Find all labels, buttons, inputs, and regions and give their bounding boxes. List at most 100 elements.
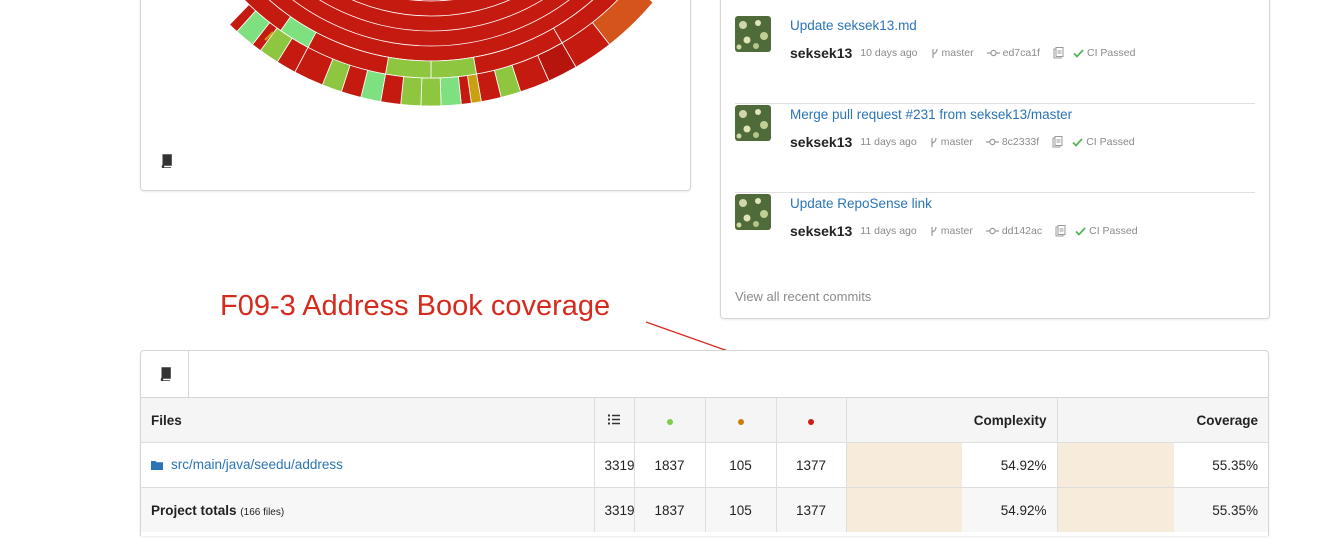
col-files-header[interactable]: Files bbox=[141, 398, 595, 443]
table-row: src/main/java/seedu/address 3319 1837 10… bbox=[141, 442, 1268, 488]
commit-hash[interactable]: 8c2333f bbox=[985, 136, 1040, 148]
ci-status[interactable]: CI Passed bbox=[1073, 47, 1135, 59]
commit-hash-text: ed7ca1f bbox=[1002, 47, 1040, 59]
complexity-value: 54.92% bbox=[1000, 502, 1047, 518]
commit-branch[interactable]: master bbox=[930, 225, 973, 237]
table-header-row: Files Complexity Coverage bbox=[141, 398, 1268, 443]
coverage-bar bbox=[1057, 488, 1174, 532]
commit-item: Update RepoSense link seksek13 11 days a… bbox=[735, 194, 1255, 282]
commit-meta: seksek13 11 days ago master 8c2333f CI P… bbox=[790, 133, 1148, 151]
commit-branch[interactable]: master bbox=[931, 47, 974, 59]
commit-item: Merge pull request #231 from seksek13/ma… bbox=[735, 105, 1255, 193]
commit-author[interactable]: seksek13 bbox=[790, 223, 852, 239]
branch-icon bbox=[931, 226, 937, 236]
commit-icon bbox=[985, 138, 999, 146]
files-table: Files Complexity Coverage src/main/java/… bbox=[141, 398, 1268, 532]
complexity-cell: 54.92% bbox=[846, 442, 1058, 488]
branch-name: master bbox=[940, 225, 973, 237]
lines-cell: 3319 bbox=[594, 442, 635, 488]
copy-icon[interactable] bbox=[1053, 47, 1067, 59]
copy-icon[interactable] bbox=[1055, 225, 1069, 237]
col-misses-header[interactable] bbox=[776, 398, 847, 443]
coverage-cell: 55.35% bbox=[1057, 488, 1268, 532]
branch-icon bbox=[931, 48, 938, 58]
commit-time: 11 days ago bbox=[860, 225, 917, 237]
commit-icon bbox=[986, 49, 1000, 57]
sunburst-segment[interactable] bbox=[439, 76, 462, 107]
commit-meta: seksek13 10 days ago master ed7ca1f CI P… bbox=[790, 44, 1148, 62]
sunburst-segment[interactable] bbox=[400, 76, 423, 107]
avatar[interactable] bbox=[735, 194, 771, 230]
totals-file-count: (166 files) bbox=[240, 506, 285, 518]
commit-time: 11 days ago bbox=[860, 136, 917, 148]
col-complexity-header[interactable]: Complexity bbox=[846, 398, 1058, 443]
book-icon bbox=[160, 367, 171, 381]
ci-status-text: CI Passed bbox=[1086, 136, 1135, 148]
file-name-cell: src/main/java/seedu/address bbox=[141, 442, 595, 488]
lines-cell: 3319 bbox=[594, 487, 635, 532]
commit-message-link[interactable]: Merge pull request #231 from seksek13/ma… bbox=[790, 107, 1072, 122]
commit-message-link[interactable]: Update RepoSense link bbox=[790, 196, 932, 211]
sunburst-segment[interactable] bbox=[420, 77, 442, 107]
orange-dot-icon bbox=[737, 418, 744, 425]
col-hits-header[interactable] bbox=[634, 398, 706, 443]
coverage-sunburst[interactable] bbox=[141, 0, 690, 190]
totals-label-cell: Project totals (166 files) bbox=[141, 487, 595, 532]
complexity-value: 54.92% bbox=[1000, 457, 1047, 473]
coverage-cell: 55.35% bbox=[1057, 443, 1268, 488]
folder-icon bbox=[151, 460, 163, 470]
avatar[interactable] bbox=[735, 16, 771, 52]
complexity-bar bbox=[846, 443, 962, 487]
misses-cell: 1377 bbox=[776, 442, 847, 488]
commit-meta: seksek13 11 days ago master dd142ac CI P… bbox=[790, 222, 1151, 240]
commit-icon bbox=[985, 227, 999, 235]
commit-hash-text: 8c2333f bbox=[1001, 136, 1040, 148]
green-dot-icon bbox=[666, 418, 673, 425]
coverage-value: 55.35% bbox=[1212, 457, 1258, 473]
partials-cell: 105 bbox=[705, 442, 777, 488]
files-table-card: Files Complexity Coverage src/main/java/… bbox=[140, 350, 1269, 536]
coverage-value: 55.35% bbox=[1212, 502, 1258, 518]
annotation-label: F09-3 Address Book coverage bbox=[220, 290, 611, 322]
complexity-cell: 54.92% bbox=[846, 487, 1058, 532]
files-tabbar bbox=[141, 351, 1268, 398]
hits-cell: 1837 bbox=[634, 487, 706, 532]
check-icon bbox=[1073, 48, 1084, 58]
ci-status[interactable]: CI Passed bbox=[1072, 136, 1135, 148]
ci-status-text: CI Passed bbox=[1089, 225, 1138, 237]
ci-status-text: CI Passed bbox=[1086, 47, 1136, 59]
coverage-bar bbox=[1057, 443, 1174, 487]
branch-icon bbox=[931, 137, 937, 147]
commit-time: 10 days ago bbox=[860, 47, 918, 59]
commit-author[interactable]: seksek13 bbox=[790, 134, 852, 150]
misses-cell: 1377 bbox=[776, 487, 847, 532]
folder-path: src/main/java/seedu/address bbox=[171, 457, 343, 473]
commit-hash[interactable]: ed7ca1f bbox=[986, 47, 1040, 59]
commit-hash-text: dd142ac bbox=[1001, 225, 1043, 237]
folder-link[interactable]: src/main/java/seedu/address bbox=[151, 457, 343, 472]
check-icon bbox=[1072, 137, 1083, 147]
commit-item: Update seksek13.md seksek13 10 days ago … bbox=[735, 16, 1255, 104]
book-icon[interactable] bbox=[160, 154, 174, 168]
recent-commits-card: Update seksek13.md seksek13 10 days ago … bbox=[720, 0, 1270, 319]
project-totals-row: Project totals (166 files) 3319 1837 105… bbox=[141, 487, 1268, 532]
avatar[interactable] bbox=[735, 105, 771, 141]
commit-branch[interactable]: master bbox=[930, 136, 973, 148]
copy-icon[interactable] bbox=[1052, 136, 1066, 148]
complexity-bar bbox=[846, 488, 962, 532]
commit-hash[interactable]: dd142ac bbox=[985, 225, 1043, 237]
branch-name: master bbox=[941, 47, 974, 59]
view-all-commits-link[interactable]: View all recent commits bbox=[735, 289, 871, 304]
col-coverage-header[interactable]: Coverage bbox=[1057, 398, 1268, 443]
divider bbox=[735, 192, 1255, 193]
check-icon bbox=[1075, 226, 1086, 236]
col-lines-header[interactable] bbox=[594, 398, 635, 443]
commit-message-link[interactable]: Update seksek13.md bbox=[790, 18, 917, 33]
divider bbox=[735, 103, 1255, 104]
totals-label: Project totals bbox=[151, 502, 237, 518]
ci-status[interactable]: CI Passed bbox=[1075, 225, 1138, 237]
commit-author[interactable]: seksek13 bbox=[790, 45, 852, 61]
col-partials-header[interactable] bbox=[705, 398, 777, 443]
tab-files[interactable] bbox=[141, 351, 189, 397]
sunburst-card bbox=[140, 0, 691, 191]
